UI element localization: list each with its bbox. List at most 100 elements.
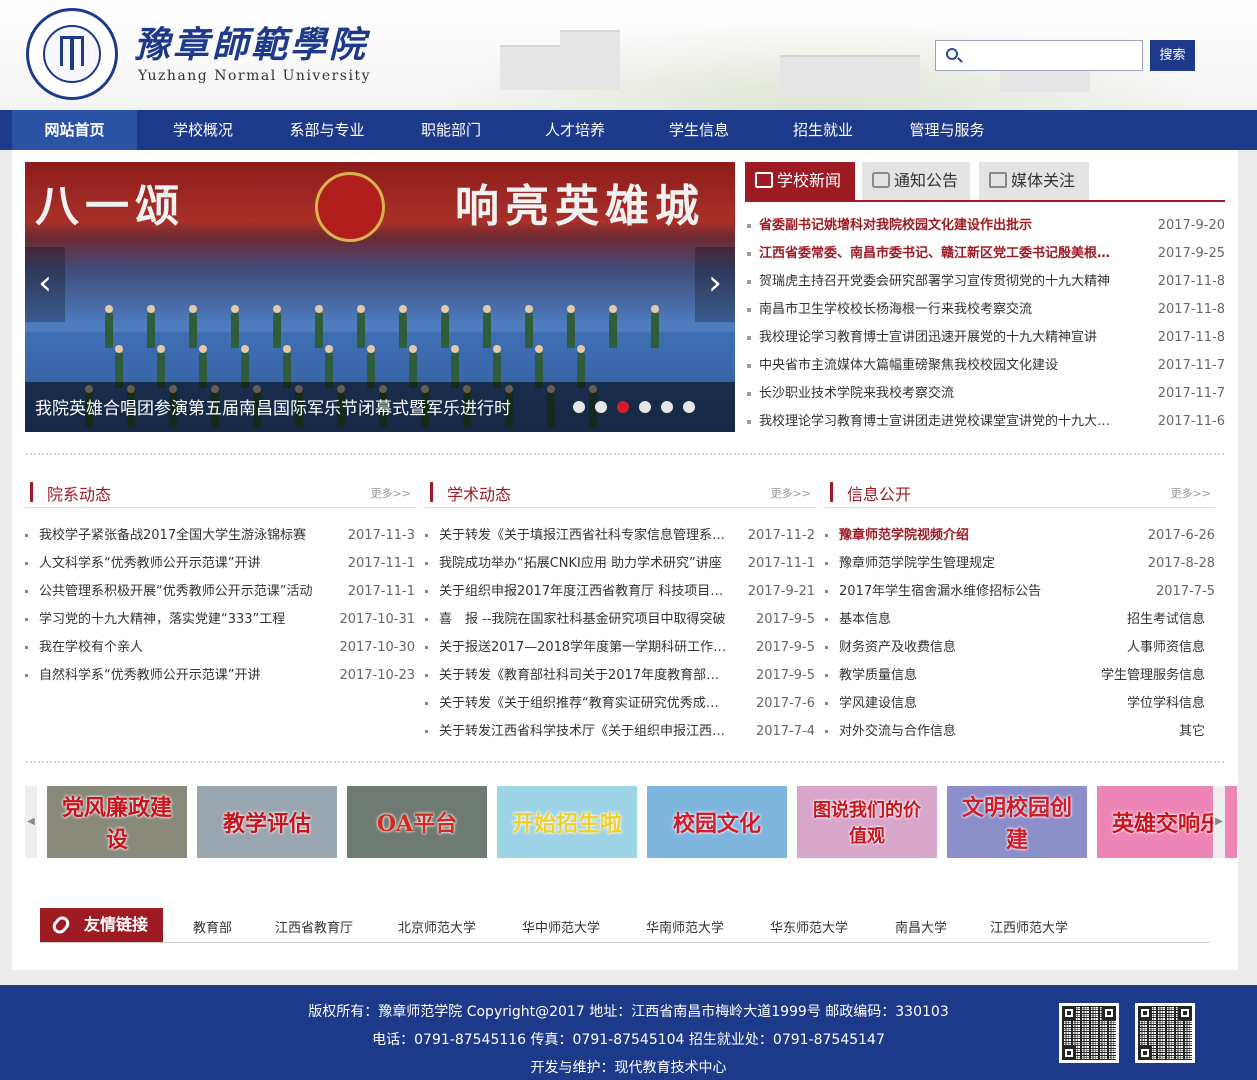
thumbnail-link[interactable]: 图说我们的价值观 <box>797 786 937 858</box>
slider-dot[interactable] <box>661 401 673 413</box>
list-item: 豫章师范学院学生管理规定 2017-8-28 <box>825 550 1215 578</box>
nav-school-overview[interactable]: 学校概况 <box>142 110 264 150</box>
band-member <box>231 305 239 348</box>
slider-next-button[interactable]: › <box>695 247 735 322</box>
news-title[interactable]: 我校理论学习教育博士宣讲团迅速开展党的十九大精神宣讲 <box>759 324 1114 352</box>
thumbnail-label: 开始招生啦 <box>511 811 622 837</box>
item-title[interactable]: 对外交流与合作信息 <box>839 718 1039 746</box>
more-link[interactable]: 更多>> <box>371 485 411 501</box>
item-title[interactable]: 喜 报 --我院在国家社科基金研究项目中取得突破 <box>439 606 731 634</box>
friend-link[interactable]: 北京师范大学 <box>398 917 476 936</box>
qr-code <box>1135 1003 1195 1063</box>
list-item: 关于报送2017—2018学年度第一学期科研工作计划的通知 2017-9-5 <box>425 634 815 662</box>
item-link-right[interactable]: 招生考试信息 <box>1127 606 1205 634</box>
item-title[interactable]: 关于报送2017—2018学年度第一学期科研工作计划的通知 <box>439 634 731 662</box>
item-link-right[interactable]: 人事师资信息 <box>1127 634 1205 662</box>
news-row: 江西省委常委、南昌市委书记、赣江新区党工委书记殷美根来我院考察 2017-9-25 <box>745 240 1225 268</box>
slider-prev-button[interactable]: ‹ <box>25 247 65 322</box>
news-date: 2017-11-8 <box>1157 330 1225 345</box>
item-title[interactable]: 基本信息 <box>839 606 1039 634</box>
search-input[interactable] <box>966 44 1136 67</box>
friend-link[interactable]: 华南师范大学 <box>646 917 724 936</box>
friend-link[interactable]: 教育部 <box>193 917 232 936</box>
item-title[interactable]: 公共管理系积极开展“优秀教师公开示范课”活动 <box>39 578 329 606</box>
column-dept-news: 院系动态 更多>> 我校学子紧张备战2017全国大学生游泳锦标赛 2017-11-… <box>25 478 415 690</box>
item-title[interactable]: 我在学校有个亲人 <box>39 634 329 662</box>
item-link-right[interactable]: 其它 <box>1179 718 1205 746</box>
news-title[interactable]: 省委副书记姚增科对我院校园文化建设作出批示 <box>759 212 1114 240</box>
nav-offices[interactable]: 职能部门 <box>390 110 512 150</box>
band-member <box>567 305 575 348</box>
slider-dot[interactable] <box>595 401 607 413</box>
item-title[interactable]: 关于组织申报2017年度江西省教育厅 科技项目的通知 <box>439 578 731 606</box>
search-button[interactable]: 搜索 <box>1150 40 1195 71</box>
item-title[interactable]: 教学质量信息 <box>839 662 1039 690</box>
tab-media[interactable]: 媒体关注 <box>979 162 1089 200</box>
nav-admissions[interactable]: 招生就业 <box>762 110 884 150</box>
more-link[interactable]: 更多>> <box>771 485 811 501</box>
more-link[interactable]: 更多>> <box>1171 485 1211 501</box>
friend-link[interactable]: 江西省教育厅 <box>275 917 353 936</box>
school-name-cn[interactable]: 豫章師範學院 <box>134 16 368 68</box>
item-date: 2017-10-31 <box>339 612 415 627</box>
news-title[interactable]: 江西省委常委、南昌市委书记、赣江新区党工委书记殷美根来我院考察 <box>759 240 1114 268</box>
thumbnail-link[interactable]: 开始招生啦 <box>497 786 637 858</box>
item-link-right[interactable]: 学生管理服务信息 <box>1101 662 1205 690</box>
nav-talent-training[interactable]: 人才培养 <box>514 110 636 150</box>
school-name-en: Yuzhang Normal University <box>138 68 372 84</box>
item-title[interactable]: 自然科学系“优秀教师公开示范课”开讲 <box>39 662 329 690</box>
strip-next-button[interactable]: ▶ <box>1213 786 1225 858</box>
friend-link[interactable]: 南昌大学 <box>895 917 947 936</box>
nav-home[interactable]: 网站首页 <box>12 110 137 150</box>
slider-dot-active[interactable] <box>617 401 629 413</box>
slider-dot[interactable] <box>573 401 585 413</box>
news-date: 2017-9-20 <box>1157 218 1225 233</box>
slider-dot[interactable] <box>639 401 651 413</box>
strip-prev-button[interactable]: ◀ <box>25 786 37 858</box>
thumbnail-link[interactable]: 文明校园创建 <box>947 786 1087 858</box>
thumbnail-link[interactable]: 党风廉政建设 <box>47 786 187 858</box>
search-box[interactable] <box>935 40 1143 71</box>
thumbnail-link[interactable]: OA平台 <box>347 786 487 858</box>
item-title[interactable]: 关于转发江西省科学技术厅《关于组织申报江西省科技计划项目的通知》 <box>439 718 731 746</box>
item-title[interactable]: 2017年学生宿舍漏水维修招标公告 <box>839 578 1079 606</box>
news-list: 省委副书记姚增科对我院校园文化建设作出批示 2017-9-20 江西省委常委、南昌… <box>745 212 1225 436</box>
university-seal-logo[interactable] <box>26 8 118 100</box>
item-link-right[interactable]: 学位学科信息 <box>1127 690 1205 718</box>
tab-label: 学校新闻 <box>777 171 842 190</box>
tab-school-news[interactable]: 学校新闻 <box>745 162 855 200</box>
item-date: 2017-7-6 <box>755 696 815 711</box>
list-item: 喜 报 --我院在国家社科基金研究项目中取得突破 2017-9-5 <box>425 606 815 634</box>
item-title[interactable]: 财务资产及收费信息 <box>839 634 1039 662</box>
slider-dot[interactable] <box>683 401 695 413</box>
tab-notices[interactable]: 通知公告 <box>862 162 970 200</box>
item-title[interactable]: 学习党的十九大精神，落实党建“333”工程 <box>39 606 329 634</box>
item-title[interactable]: 学风建设信息 <box>839 690 1039 718</box>
slider-caption[interactable]: 我院英雄合唱团参演第五届南昌国际军乐节闭幕式暨军乐进行时 <box>35 394 575 419</box>
nav-management[interactable]: 管理与服务 <box>886 110 1008 150</box>
thumbnail-link[interactable]: 校园文化 <box>647 786 787 858</box>
news-title[interactable]: 南昌市卫生学校校长杨海根一行来我校考察交流 <box>759 296 1114 324</box>
nav-departments[interactable]: 系部与专业 <box>266 110 388 150</box>
item-title[interactable]: 我校学子紧张备战2017全国大学生游泳锦标赛 <box>39 522 329 550</box>
item-title[interactable]: 豫章师范学院学生管理规定 <box>839 550 1079 578</box>
list-item: 豫章师范学院视频介绍 2017-6-26 <box>825 522 1215 550</box>
item-title[interactable]: 人文科学系“优秀教师公开示范课”开讲 <box>39 550 329 578</box>
news-slider[interactable]: 八一颂 响亮英雄城 ‹ › 我院英雄合唱团参演第五届南昌国际军乐节闭幕式暨军乐进… <box>25 162 735 432</box>
friend-link[interactable]: 华东师范大学 <box>770 917 848 936</box>
item-title[interactable]: 关于转发《关于填报江西省社科专家信息管理系统的通知》 <box>439 522 731 550</box>
news-title[interactable]: 贺瑞虎主持召开党委会研究部署学习宣传贯彻党的十九大精神 <box>759 268 1114 296</box>
band-member <box>651 305 659 348</box>
item-title[interactable]: 豫章师范学院视频介绍 <box>839 522 1079 550</box>
friend-link[interactable]: 江西师范大学 <box>990 917 1068 936</box>
nav-student-info[interactable]: 学生信息 <box>638 110 760 150</box>
news-title[interactable]: 我校理论学习教育博士宣讲团走进党校课堂宣讲党的十九大精神 <box>759 408 1114 436</box>
item-title[interactable]: 关于转发《教育部社科司关于2017年度教育部人文社科项目的通知》 <box>439 662 731 690</box>
news-title[interactable]: 中央省市主流媒体大篇幅重磅聚焦我校校园文化建设 <box>759 352 1114 380</box>
friend-link[interactable]: 华中师范大学 <box>522 917 600 936</box>
item-title[interactable]: 我院成功举办“拓展CNKI应用 助力学术研究”讲座 <box>439 550 731 578</box>
item-title[interactable]: 关于转发《关于组织推荐“教育实证研究优秀成果”的通知》 <box>439 690 731 718</box>
thumbnail-link[interactable]: 教学评估 <box>197 786 337 858</box>
list-item: 我院成功举办“拓展CNKI应用 助力学术研究”讲座 2017-11-1 <box>425 550 815 578</box>
news-title[interactable]: 长沙职业技术学院来我校考察交流 <box>759 380 1114 408</box>
